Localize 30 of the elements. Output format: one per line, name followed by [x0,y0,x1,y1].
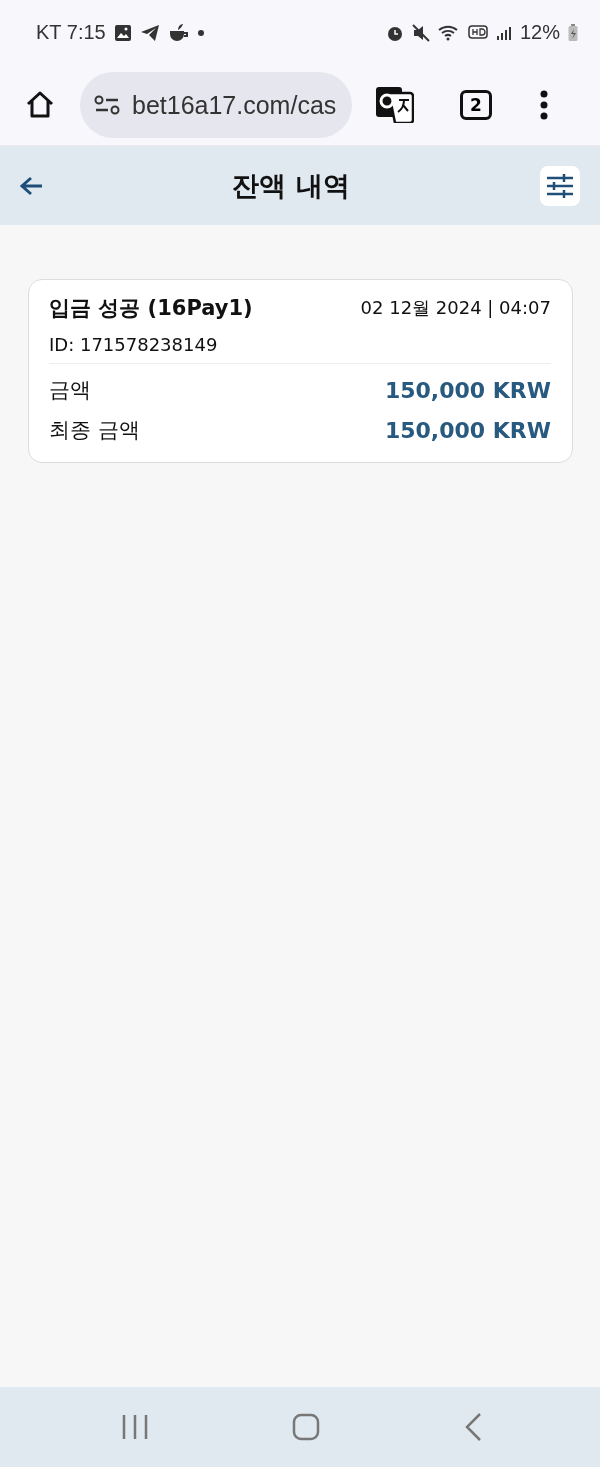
paper-plane-icon [139,23,160,42]
battery-percent: 12% [519,21,560,44]
mute-icon [411,23,430,42]
wifi-icon [437,23,460,42]
amount-label: 금액 [49,377,91,404]
translate-icon[interactable] [376,87,414,123]
transaction-title: 입금 성공 (16Pay1) [49,295,253,322]
amount-value: 150,000 KRW [384,377,551,403]
battery-icon [568,23,578,42]
carrier-time: KT 7:15 [36,21,106,44]
tab-count-button[interactable]: 2 [460,90,492,120]
address-bar[interactable]: bet16a17.com/cas [80,72,352,138]
amount-value: 150,000 KRW [384,417,551,443]
transaction-datetime: 02 12월 2024 | 04:07 [360,296,551,320]
home-button-icon[interactable] [292,1413,320,1441]
amount-label: 최종 금액 [49,417,140,444]
site-settings-icon[interactable] [94,95,120,115]
dot-icon [197,29,204,36]
back-icon[interactable] [464,1412,482,1442]
menu-icon[interactable] [540,90,548,120]
transaction-id: ID: 171578238149 [49,334,219,355]
cup-icon [167,22,190,43]
back-arrow-icon[interactable] [20,176,42,196]
hd-icon [467,24,488,41]
filter-button[interactable] [540,166,580,206]
image-icon [113,23,132,42]
signal-icon [495,24,512,41]
recent-apps-icon[interactable] [122,1414,148,1440]
home-icon[interactable] [24,89,56,121]
page-title: 잔액 내역 [232,169,350,203]
